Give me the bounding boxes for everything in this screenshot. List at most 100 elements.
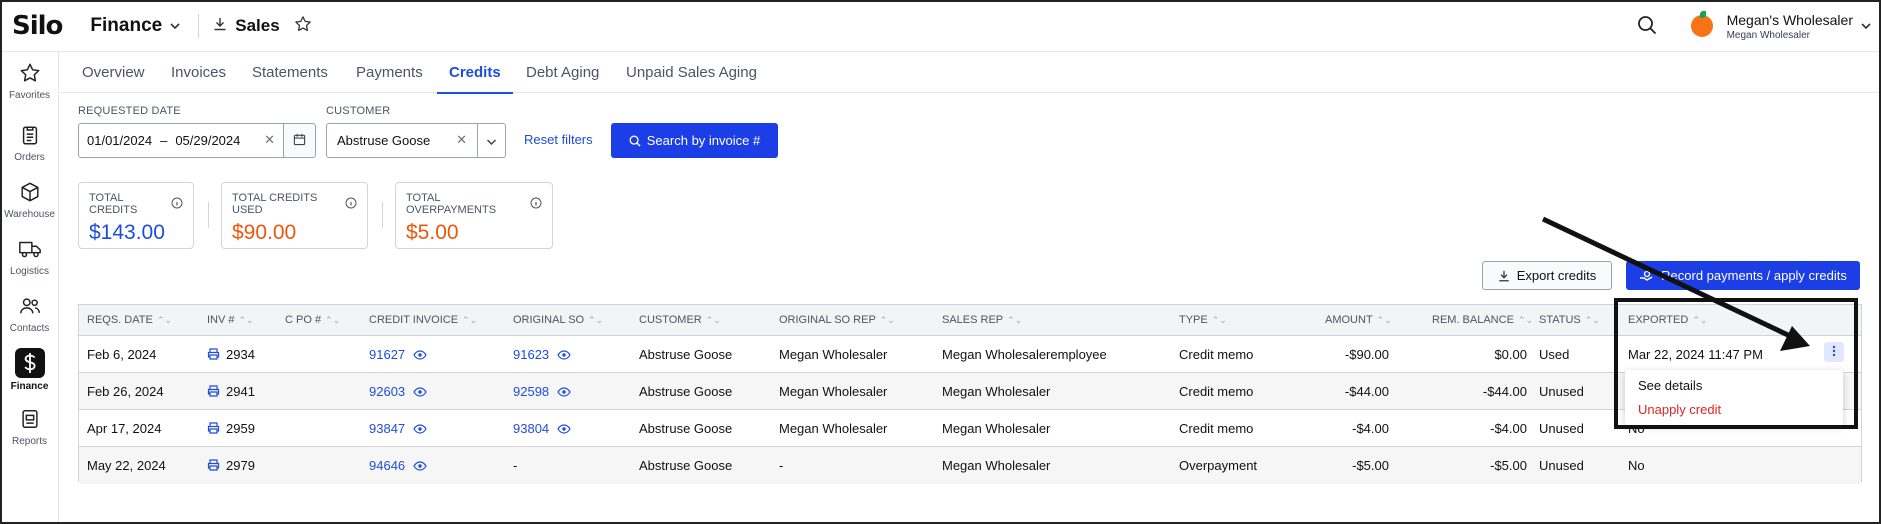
col-status[interactable]: Status ⌃⌄	[1539, 305, 1600, 336]
sidebar-label: Warehouse	[4, 209, 55, 220]
sidebar-item-reports[interactable]: Reports	[0, 408, 59, 447]
cell-credit-invoice[interactable]: 94646	[369, 447, 427, 484]
info-icon[interactable]	[530, 197, 542, 212]
cell-inv[interactable]: 2941	[207, 373, 255, 410]
kpi-total-credits: Total credits $143.00	[78, 182, 194, 249]
cell-inv[interactable]: 2959	[207, 410, 255, 447]
info-icon[interactable]	[345, 197, 357, 212]
tab-overview[interactable]: Overview	[82, 52, 145, 93]
kpi-value: $143.00	[89, 221, 165, 244]
module-switcher[interactable]: Finance	[90, 15, 180, 37]
cell-credit-invoice[interactable]: 91627	[369, 336, 427, 373]
clear-icon[interactable]: ✕	[456, 132, 467, 148]
cell-so-rep: Megan Wholesaler	[779, 384, 888, 399]
avatar[interactable]	[1690, 11, 1713, 37]
col-reqs-date[interactable]: Reqs. date ⌃⌄	[87, 305, 172, 336]
table-row[interactable]: Feb 26, 2024 2941 92603 92598 Abstruse G…	[79, 373, 1861, 410]
module-name: Finance	[90, 14, 163, 36]
cell-original-so[interactable]: 91623	[513, 336, 571, 373]
cell-date: Feb 6, 2024	[87, 347, 157, 362]
cell-inv[interactable]: 2934	[207, 336, 255, 373]
logo[interactable]: Silo	[12, 11, 63, 41]
export-credits-button[interactable]: Export credits	[1482, 261, 1612, 290]
eye-icon[interactable]	[413, 411, 427, 448]
tab-credits[interactable]: Credits	[437, 52, 513, 94]
sidebar-item-favorites[interactable]: Favorites	[0, 62, 59, 101]
search-by-invoice-button[interactable]: Search by invoice #	[611, 123, 778, 158]
sidebar-item-orders[interactable]: Orders	[0, 124, 59, 163]
search-icon[interactable]	[1637, 15, 1657, 38]
cell-original-so[interactable]: 93804	[513, 410, 571, 447]
customer-dropdown-toggle[interactable]	[478, 123, 506, 158]
cell-type: Credit memo	[1179, 384, 1254, 399]
cell-so-rep: Megan Wholesaler	[779, 347, 888, 362]
cell-credit-invoice[interactable]: 92603	[369, 373, 427, 410]
col-inv[interactable]: Inv # ⌃⌄	[207, 305, 254, 336]
cell-date: Apr 17, 2024	[87, 421, 162, 436]
printer-icon[interactable]	[207, 374, 220, 411]
eye-icon[interactable]	[557, 337, 571, 374]
col-type[interactable]: Type ⌃⌄	[1179, 305, 1227, 336]
col-cpo[interactable]: C PO # ⌃⌄	[285, 305, 340, 336]
calendar-button[interactable]	[284, 123, 316, 158]
cell-balance: $0.00	[1494, 347, 1527, 362]
customer-value: Abstruse Goose	[337, 133, 431, 148]
eye-icon[interactable]	[557, 411, 571, 448]
tab-statements[interactable]: Statements	[252, 52, 328, 93]
annotation-highlight-box	[1614, 298, 1858, 429]
date-to: 05/29/2024	[175, 133, 241, 148]
kpi-value: $5.00	[406, 221, 459, 244]
eye-icon[interactable]	[413, 337, 427, 374]
chevron-down-icon[interactable]	[1861, 19, 1871, 33]
cell-amount: -$4.00	[1352, 421, 1389, 436]
tab-debt-aging[interactable]: Debt Aging	[526, 52, 599, 93]
customer-select[interactable]: Abstruse Goose ✕	[326, 123, 478, 158]
cell-sales-rep: Megan Wholesaler	[942, 421, 1051, 436]
eye-icon[interactable]	[557, 374, 571, 411]
sidebar-item-logistics[interactable]: Logistics	[0, 238, 59, 277]
reset-filters-link[interactable]: Reset filters	[524, 132, 593, 147]
chevron-down-icon	[486, 133, 497, 149]
info-icon[interactable]	[171, 197, 183, 212]
eye-icon[interactable]	[413, 448, 427, 485]
cell-credit-invoice[interactable]: 93847	[369, 410, 427, 447]
record-payments-button[interactable]: Record payments / apply credits	[1626, 261, 1860, 290]
export-credits-label: Export credits	[1516, 268, 1597, 283]
col-credit-invoice[interactable]: Credit invoice ⌃⌄	[369, 305, 477, 336]
col-rem-balance[interactable]: Rem. balance ⌃⌄	[1432, 305, 1533, 336]
col-original-so[interactable]: Original SO ⌃⌄	[513, 305, 603, 336]
table-row[interactable]: Apr 17, 2024 2959 93847 93804 Abstruse G…	[79, 410, 1861, 447]
eye-icon[interactable]	[413, 374, 427, 411]
printer-icon[interactable]	[207, 448, 220, 485]
printer-icon[interactable]	[207, 337, 220, 374]
printer-icon[interactable]	[207, 411, 220, 448]
breadcrumb[interactable]: Sales	[213, 16, 280, 36]
account-menu[interactable]: Megan's Wholesaler Megan Wholesaler	[1727, 12, 1853, 41]
table-row[interactable]: Feb 6, 2024 2934 91627 91623 Abstruse Go…	[79, 336, 1861, 373]
table-row[interactable]: May 22, 2024 2979 94646 - Abstruse Goose…	[79, 447, 1861, 484]
date-range-input[interactable]: 01/01/2024 – 05/29/2024 ✕	[78, 123, 284, 158]
clear-icon[interactable]: ✕	[264, 132, 275, 148]
cell-customer: Abstruse Goose	[639, 384, 733, 399]
tab-invoices[interactable]: Invoices	[171, 52, 226, 93]
cell-sales-rep: Megan Wholesaler	[942, 384, 1051, 399]
col-customer[interactable]: Customer ⌃⌄	[639, 305, 721, 336]
cell-so-rep: -	[779, 458, 784, 473]
kpi-label: Total overpayments	[406, 192, 497, 216]
sidebar-item-finance[interactable]: Finance	[0, 348, 59, 392]
credits-table: Reqs. date ⌃⌄ Inv # ⌃⌄ C PO # ⌃⌄ Credit inv…	[78, 304, 1862, 484]
cell-type: Overpayment	[1179, 458, 1258, 473]
col-sales-rep[interactable]: Sales rep ⌃⌄	[942, 305, 1022, 336]
favorite-star-icon[interactable]	[294, 15, 312, 36]
cell-original-so[interactable]: 92598	[513, 373, 571, 410]
sidebar-item-warehouse[interactable]: Warehouse	[0, 181, 59, 220]
cell-status: Unused	[1539, 421, 1584, 436]
col-original-so-rep[interactable]: Original SO rep ⌃⌄	[779, 305, 895, 336]
col-amount[interactable]: Amount ⌃⌄	[1325, 305, 1392, 336]
tab-payments[interactable]: Payments	[356, 52, 423, 93]
cell-inv[interactable]: 2979	[207, 447, 255, 484]
clipboard-icon	[19, 124, 41, 149]
sidebar-item-contacts[interactable]: Contacts	[0, 295, 59, 334]
search-icon	[629, 135, 641, 147]
tab-unpaid-sales-aging[interactable]: Unpaid Sales Aging	[626, 52, 757, 93]
